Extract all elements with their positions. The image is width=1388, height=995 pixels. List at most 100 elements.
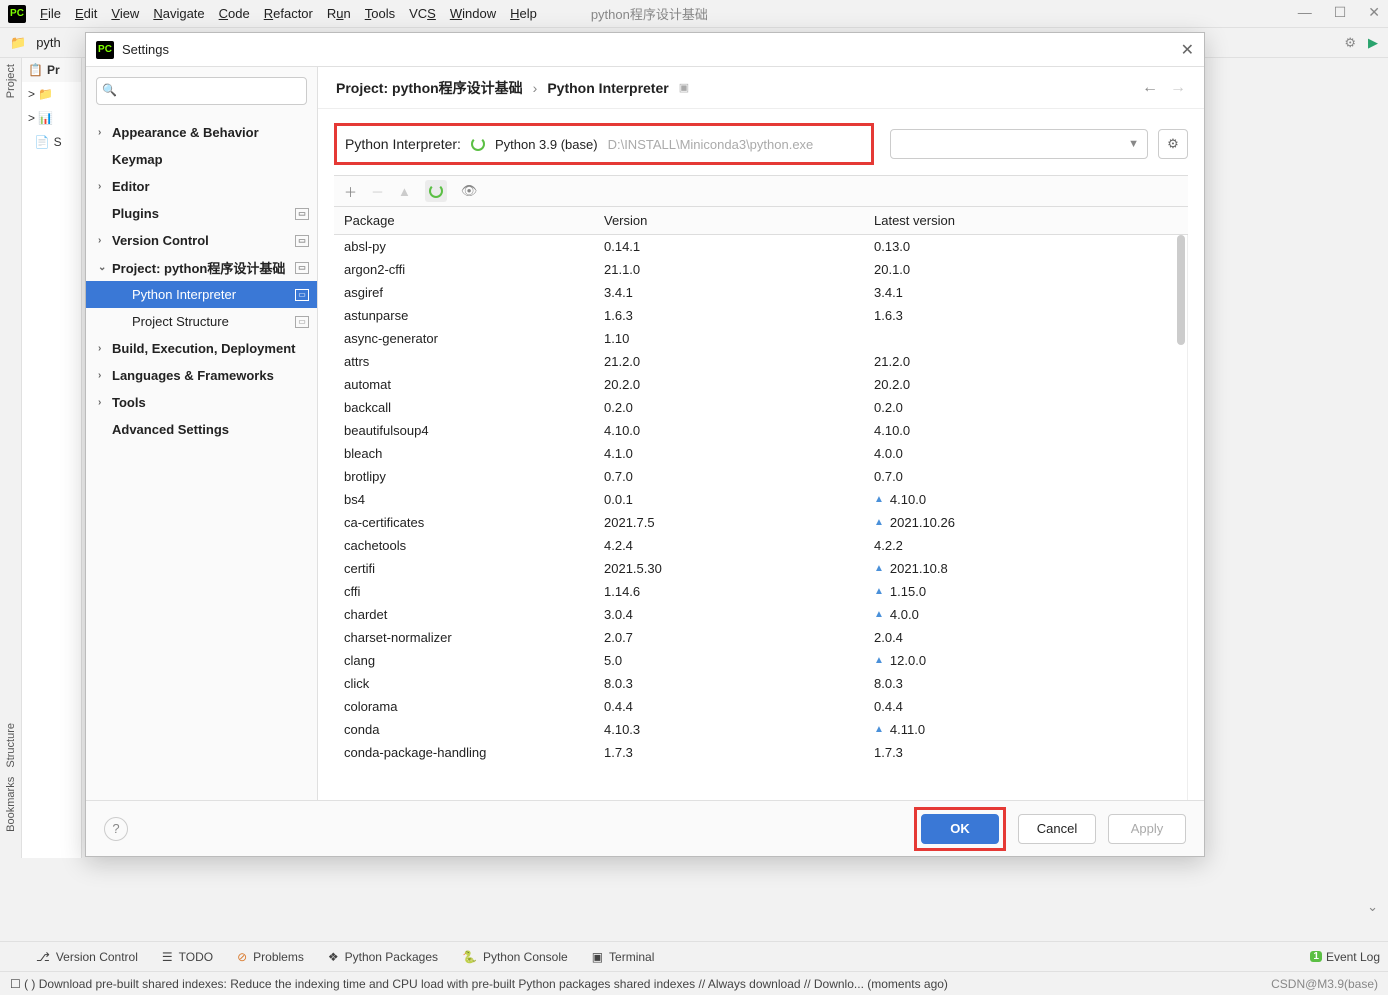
forward-icon[interactable]: → <box>1170 79 1186 97</box>
sidebar-item-build-execution-deployment[interactable]: ›Build, Execution, Deployment <box>86 335 317 362</box>
package-row[interactable]: bleach4.1.04.0.0 <box>334 442 1187 465</box>
package-row[interactable]: certifi2021.5.30▲2021.10.8 <box>334 557 1187 580</box>
package-latest: ▲2021.10.26 <box>874 515 1187 530</box>
col-header-latest[interactable]: Latest version <box>874 213 1188 228</box>
ok-button[interactable]: OK <box>921 814 999 844</box>
package-row[interactable]: clang5.0▲12.0.0 <box>334 649 1187 672</box>
package-row[interactable]: beautifulsoup44.10.04.10.0 <box>334 419 1187 442</box>
remove-package-button[interactable]: － <box>371 182 384 201</box>
package-row[interactable]: asgiref3.4.13.4.1 <box>334 281 1187 304</box>
package-row[interactable]: colorama0.4.40.4.4 <box>334 695 1187 718</box>
package-latest: 3.4.1 <box>874 285 1187 300</box>
package-row[interactable]: absl-py0.14.10.13.0 <box>334 235 1187 258</box>
sidebar-item-advanced-settings[interactable]: Advanced Settings <box>86 416 317 443</box>
col-header-package[interactable]: Package <box>334 213 604 228</box>
package-row[interactable]: automat20.2.020.2.0 <box>334 373 1187 396</box>
sidebar-item-python-interpreter[interactable]: Python Interpreter▭ <box>86 281 317 308</box>
menu-file[interactable]: File <box>40 6 61 21</box>
eye-icon[interactable]: 👁 <box>461 183 478 199</box>
collapse-icon[interactable]: ⌄ <box>1367 899 1378 915</box>
upgrade-available-icon: ▲ <box>874 494 884 505</box>
status-text[interactable]: Download pre-built shared indexes: Reduc… <box>39 977 948 991</box>
search-icon: 🔍 <box>102 83 117 97</box>
project-row[interactable]: > 📁 <box>22 82 81 106</box>
interpreter-gear-button[interactable]: ⚙ <box>1158 129 1188 159</box>
package-row[interactable]: astunparse1.6.31.6.3 <box>334 304 1187 327</box>
sidebar-item-tools[interactable]: ›Tools <box>86 389 317 416</box>
tool-terminal[interactable]: ▣ Terminal <box>592 950 655 964</box>
gutter-project[interactable]: Project <box>3 58 19 104</box>
package-row[interactable]: conda4.10.3▲4.11.0 <box>334 718 1187 741</box>
tool-version-control[interactable]: ⎇ Version Control <box>36 950 138 964</box>
package-row[interactable]: cachetools4.2.44.2.2 <box>334 534 1187 557</box>
sidebar-item-project-structure[interactable]: Project Structure▭ <box>86 308 317 335</box>
gear-icon[interactable]: ⚙ <box>1344 35 1356 51</box>
settings-sidebar: 🔍 ›Appearance & Behavior Keymap ›EditorPlu… <box>86 67 318 800</box>
package-row[interactable]: cffi1.14.6▲1.15.0 <box>334 580 1187 603</box>
package-row[interactable]: backcall0.2.00.2.0 <box>334 396 1187 419</box>
menu-edit[interactable]: Edit <box>75 6 97 21</box>
maximize-icon[interactable]: ☐ <box>1334 4 1347 21</box>
sidebar-item-label: Project Structure <box>132 314 291 329</box>
package-list[interactable]: absl-py0.14.10.13.0argon2-cffi21.1.020.1… <box>334 235 1188 800</box>
project-row[interactable]: > 📊 <box>22 106 81 130</box>
close-icon[interactable]: ✕ <box>1368 4 1380 21</box>
package-row[interactable]: brotlipy0.7.00.7.0 <box>334 465 1187 488</box>
settings-search-input[interactable] <box>96 77 307 105</box>
menu-refactor[interactable]: Refactor <box>264 6 313 21</box>
tool-python-packages[interactable]: ❖ Python Packages <box>328 950 438 964</box>
package-row[interactable]: charset-normalizer2.0.72.0.4 <box>334 626 1187 649</box>
package-row[interactable]: bs40.0.1▲4.10.0 <box>334 488 1187 511</box>
gutter-bookmarks[interactable]: Bookmarks Structure <box>3 717 19 838</box>
cancel-button[interactable]: Cancel <box>1018 814 1096 844</box>
package-row[interactable]: argon2-cffi21.1.020.1.0 <box>334 258 1187 281</box>
tool-python-console[interactable]: 🐍 Python Console <box>462 950 568 964</box>
package-row[interactable]: ca-certificates2021.7.5▲2021.10.26 <box>334 511 1187 534</box>
menu-tools[interactable]: Tools <box>365 6 395 21</box>
play-icon[interactable]: ▶ <box>1368 35 1378 51</box>
event-log[interactable]: 1 Event Log <box>1310 950 1380 964</box>
dialog-close-icon[interactable]: ✕ <box>1181 40 1194 60</box>
sidebar-item-keymap[interactable]: Keymap <box>86 146 317 173</box>
status-icon[interactable]: ☐ ( ) <box>10 977 35 991</box>
col-header-version[interactable]: Version <box>604 213 874 228</box>
navbar-folder[interactable]: pyth <box>36 35 61 50</box>
sidebar-item-plugins[interactable]: Plugins▭ <box>86 200 317 227</box>
package-version: 0.7.0 <box>604 469 874 484</box>
menu-navigate[interactable]: Navigate <box>153 6 204 21</box>
sidebar-item-languages-frameworks[interactable]: ›Languages & Frameworks <box>86 362 317 389</box>
package-version: 0.0.1 <box>604 492 874 507</box>
menu-run[interactable]: Run <box>327 6 351 21</box>
menu-vcs[interactable]: VCS <box>409 6 436 21</box>
scrollbar-thumb[interactable] <box>1177 235 1185 345</box>
menu-window[interactable]: Window <box>450 6 496 21</box>
settings-search[interactable]: 🔍 <box>96 77 307 105</box>
sidebar-item-version-control[interactable]: ›Version Control▭ <box>86 227 317 254</box>
package-version: 3.4.1 <box>604 285 874 300</box>
package-row[interactable]: conda-package-handling1.7.31.7.3 <box>334 741 1187 764</box>
sidebar-item-label: Keymap <box>112 152 317 167</box>
project-row[interactable]: 📄 S <box>22 130 81 154</box>
package-row[interactable]: async-generator1.10 <box>334 327 1187 350</box>
sidebar-item-appearance-behavior[interactable]: ›Appearance & Behavior <box>86 119 317 146</box>
tool-todo[interactable]: ☰ TODO <box>162 950 213 964</box>
package-row[interactable]: chardet3.0.4▲4.0.0 <box>334 603 1187 626</box>
sidebar-item-editor[interactable]: ›Editor <box>86 173 317 200</box>
sidebar-item-project-python-[interactable]: ⌄Project: python程序设计基础▭ <box>86 254 317 281</box>
upgrade-package-button[interactable]: ▲ <box>398 184 411 199</box>
minimize-icon[interactable]: — <box>1298 4 1312 21</box>
scope-badge-icon: ▭ <box>295 235 309 247</box>
help-button[interactable]: ? <box>104 817 128 841</box>
back-icon[interactable]: ← <box>1142 79 1158 97</box>
menu-code[interactable]: Code <box>219 6 250 21</box>
menu-view[interactable]: View <box>111 6 139 21</box>
project-panel-header[interactable]: 📋 Pr <box>22 58 81 82</box>
package-version: 4.10.3 <box>604 722 874 737</box>
menu-help[interactable]: Help <box>510 6 537 21</box>
interpreter-select[interactable]: ▼ <box>890 129 1148 159</box>
package-row[interactable]: click8.0.38.0.3 <box>334 672 1187 695</box>
add-package-button[interactable]: ＋ <box>344 182 357 201</box>
tool-problems[interactable]: ⊘ Problems <box>237 950 304 964</box>
apply-button[interactable]: Apply <box>1108 814 1186 844</box>
package-row[interactable]: attrs21.2.021.2.0 <box>334 350 1187 373</box>
